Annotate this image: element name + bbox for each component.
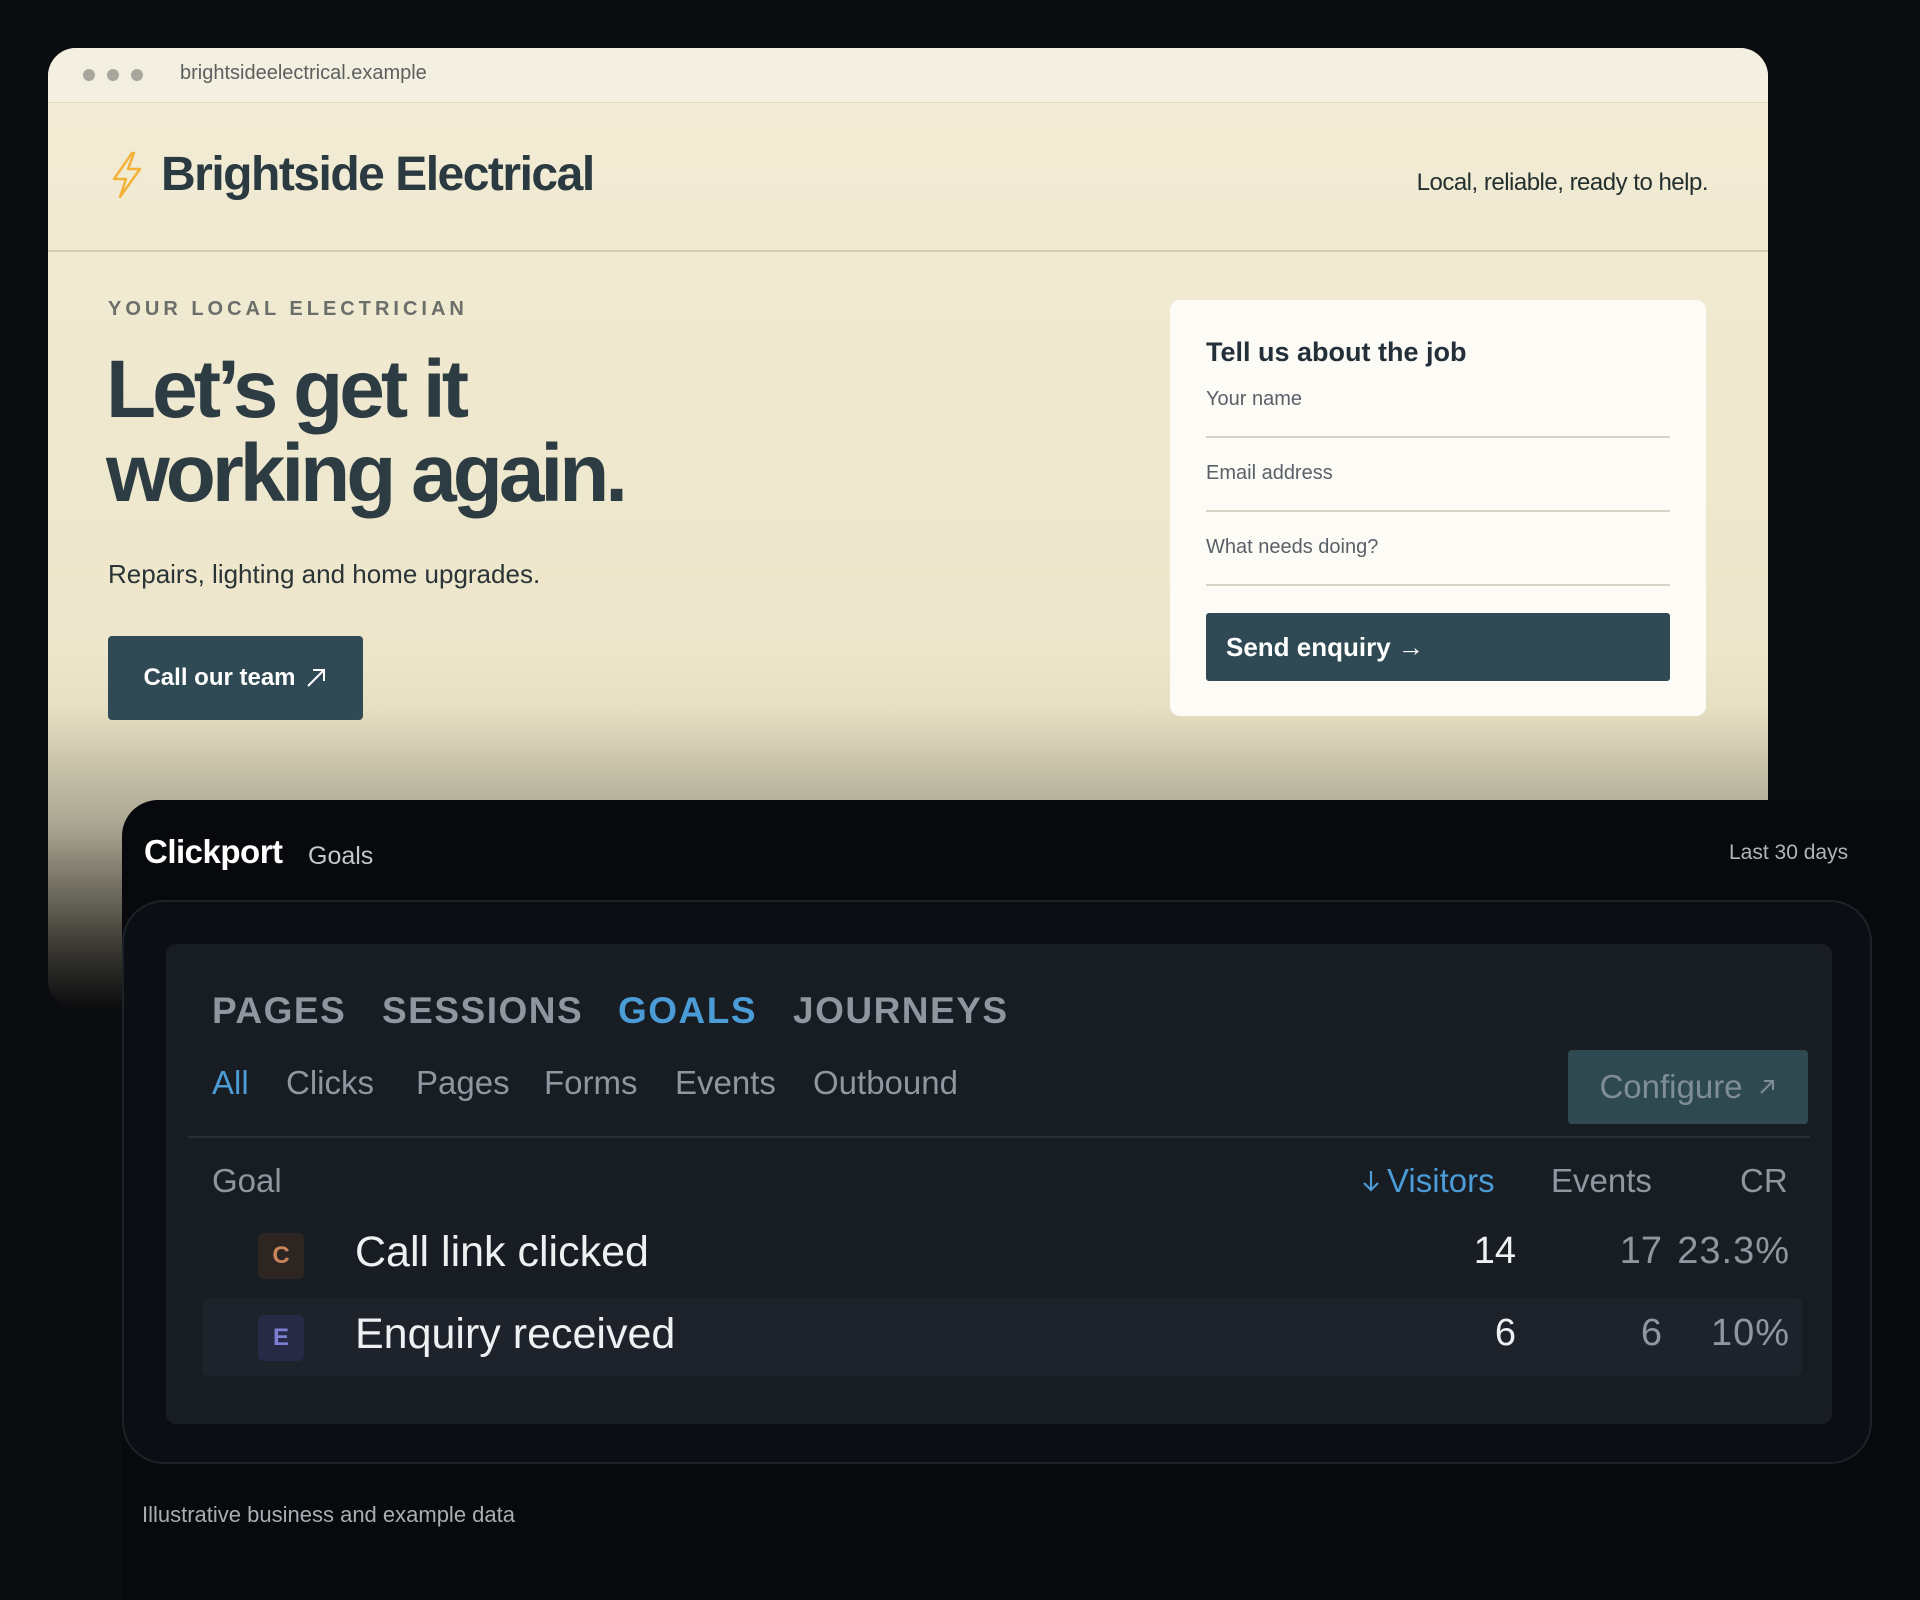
name-field[interactable]: Your name <box>1206 364 1670 438</box>
visitors-value: 6 <box>1494 1312 1516 1354</box>
hero-subtitle: Repairs, lighting and home upgrades. <box>108 559 541 589</box>
visitors-header-label: Visitors <box>1387 1162 1495 1199</box>
table-row[interactable]: C Call link clicked 14 17 23.3% <box>202 1216 1802 1294</box>
site-header: Brightside Electrical Local, reliable, r… <box>48 103 1768 252</box>
tab-pages[interactable]: PAGES <box>212 990 346 1032</box>
filter-forms[interactable]: Forms <box>544 1064 638 1102</box>
message-field[interactable]: What needs doing? <box>1206 512 1670 586</box>
lightning-bolt-icon <box>112 151 142 199</box>
site-tagline: Local, reliable, ready to help. <box>1416 169 1709 196</box>
message-placeholder: What needs doing? <box>1206 536 1379 558</box>
date-range[interactable]: Last 30 days <box>1729 841 1848 865</box>
name-placeholder: Your name <box>1206 388 1302 410</box>
filter-outbound[interactable]: Outbound <box>813 1064 958 1102</box>
column-header-cr[interactable]: CR <box>1740 1162 1788 1200</box>
hero-eyebrow: YOUR LOCAL ELECTRICIAN <box>108 298 468 320</box>
filter-all[interactable]: All <box>212 1064 249 1102</box>
table-row[interactable]: E Enquiry received 6 6 10% <box>202 1298 1802 1376</box>
tab-sessions[interactable]: SESSIONS <box>382 990 583 1032</box>
call-button-label: Call our team <box>143 664 296 691</box>
filter-clicks[interactable]: Clicks <box>286 1064 374 1102</box>
cr-value: 23.3% <box>1677 1230 1790 1272</box>
window-dot-icon <box>131 69 143 81</box>
browser-toolbar: brightsideelectrical.example <box>48 48 1768 103</box>
goal-name: Call link clicked <box>355 1228 649 1276</box>
filter-events[interactable]: Events <box>675 1064 776 1102</box>
column-header-visitors[interactable]: Visitors <box>1361 1162 1495 1200</box>
analytics-panel: Clickport Goals Last 30 days PAGES SESSI… <box>122 800 1920 1600</box>
visitors-value: 14 <box>1473 1230 1516 1272</box>
window-dot-icon <box>107 69 119 81</box>
tab-journeys[interactable]: JOURNEYS <box>793 990 1009 1032</box>
column-header-goal: Goal <box>212 1162 282 1199</box>
goal-badge: E <box>258 1315 304 1361</box>
enquiry-form-card: Tell us about the job Your name Email ad… <box>1170 300 1706 716</box>
email-field[interactable]: Email address <box>1206 438 1670 512</box>
events-value: 6 <box>1640 1312 1662 1354</box>
events-value: 17 <box>1619 1230 1662 1272</box>
app-section-title: Goals <box>308 842 374 870</box>
hero-title-line: Let’s get it <box>106 344 469 435</box>
arrow-up-right-icon <box>306 669 325 687</box>
window-dot-icon <box>83 69 95 81</box>
hero-title-line: working again. <box>106 428 628 519</box>
configure-button[interactable]: Configure <box>1568 1050 1808 1124</box>
column-header-events[interactable]: Events <box>1551 1162 1652 1200</box>
app-logo[interactable]: Clickport <box>144 833 283 871</box>
goals-card-frame: PAGES SESSIONS GOALS JOURNEYS All Clicks… <box>122 900 1872 1464</box>
tab-goals[interactable]: GOALS <box>618 990 757 1032</box>
sort-descending-icon <box>1363 1171 1379 1192</box>
brand-name[interactable]: Brightside Electrical <box>161 147 595 202</box>
arrow-up-right-icon <box>1759 1080 1774 1094</box>
goals-card: PAGES SESSIONS GOALS JOURNEYS All Clicks… <box>166 944 1832 1424</box>
cr-value: 10% <box>1710 1312 1790 1354</box>
footnote: Illustrative business and example data <box>142 1502 515 1527</box>
send-enquiry-button[interactable]: Send enquiry → <box>1206 613 1670 681</box>
hero-title: Let’s get it working again. <box>106 348 806 516</box>
goal-name: Enquiry received <box>355 1310 676 1358</box>
call-our-team-button[interactable]: Call our team <box>108 636 363 720</box>
divider <box>188 1136 1810 1138</box>
filter-pages[interactable]: Pages <box>416 1064 510 1102</box>
goal-badge: C <box>258 1233 304 1279</box>
address-bar-url[interactable]: brightsideelectrical.example <box>180 62 427 85</box>
configure-label: Configure <box>1599 1068 1743 1105</box>
email-placeholder: Email address <box>1206 462 1333 484</box>
